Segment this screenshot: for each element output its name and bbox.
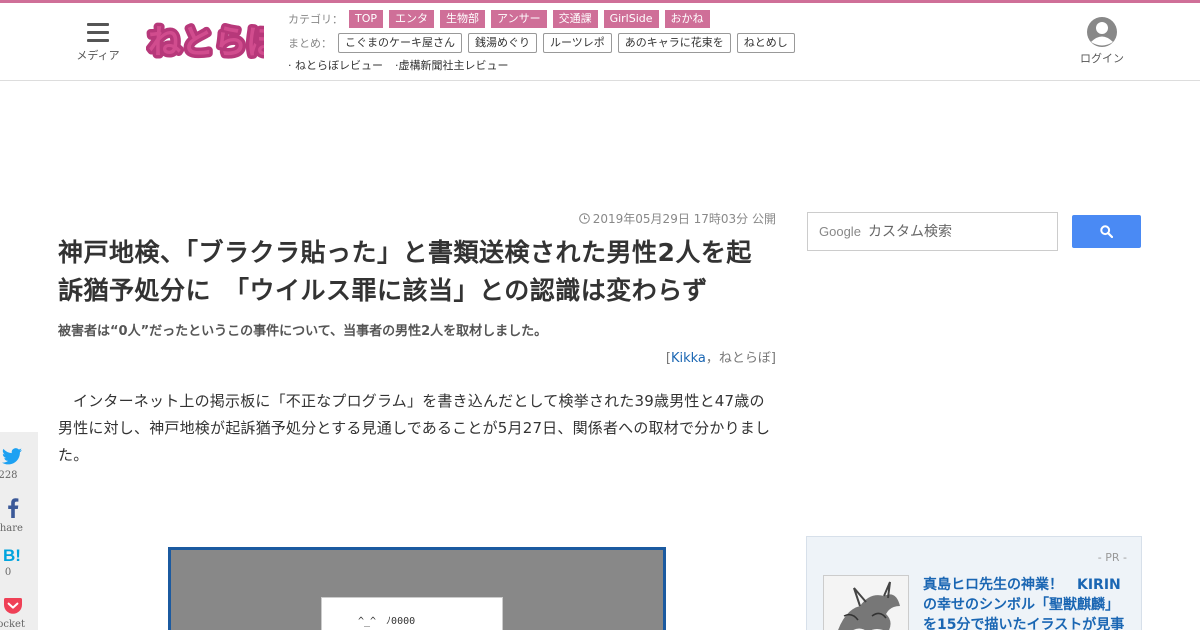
category-tab-kotsuka[interactable]: 交通課 [552,10,598,28]
category-label: カテゴリ： [288,13,343,26]
user-avatar-icon [1086,16,1118,48]
media-menu-label: メディア [76,49,120,62]
byline-separator: ， [705,351,719,366]
hatena-count: 0 [4,567,12,578]
review-link-kyoko[interactable]: ·虚構新聞社主レビュー [395,57,509,73]
search-button[interactable] [1072,215,1141,248]
pocket-icon [3,598,22,614]
summary-link-netomeshi[interactable]: ねとめし [736,33,795,53]
summary-link-roots[interactable]: ルーツレポ [543,33,612,53]
pocket-label: Pocket [0,619,25,630]
summary-nav: まとめ： こぐまのケーキ屋さん 銭湯めぐり ルーツレポ あのキャラに花束を ねと… [288,32,801,54]
summary-link-koguma[interactable]: こぐまのケーキ屋さん [338,33,462,53]
byline-close: ] [770,351,776,366]
article: 2019年05月29日 17時03分 公開 神戸地検、「ブラクラ貼った」と書類送… [58,210,776,469]
facebook-share-button[interactable]: Share [0,498,26,534]
facebook-icon [8,498,19,518]
article-figure[interactable]: ^_^ ﾉ0000 [168,547,666,630]
category-tab-girlside[interactable]: GirlSide [603,10,659,28]
login-button[interactable]: ログイン [1074,16,1130,66]
svg-text:ねとらぼ: ねとらぼ [148,22,264,61]
pr-label: - PR - [1097,551,1127,564]
review-links: · ねとらぼレビュー ·虚構新聞社主レビュー [288,57,521,73]
pr-box: - PR - 真島ヒロ先生の神業！ KIRINの幸せのシンボル「聖獣麒麟」を15… [806,536,1142,630]
pocket-save-button[interactable]: Pocket [0,598,26,630]
custom-search-box: Google [807,212,1058,251]
article-subtitle: 被害者は“0人”だったというこの事件について、当事者の男性2人を取材しました。 [58,324,548,339]
category-tab-okane[interactable]: おかね [664,10,710,28]
search-icon [1100,225,1113,238]
hatena-bookmark-icon: B! [3,546,21,565]
search-input[interactable] [868,221,1048,243]
hamburger-icon [87,23,109,42]
summary-label: まとめ： [288,37,332,50]
category-tab-answer[interactable]: アンサー [491,10,547,28]
byline-site: ねとらぼ [718,351,771,366]
summary-link-hanataba[interactable]: あのキャラに花束を [617,33,731,53]
pr-article-link[interactable]: 真島ヒロ先生の神業！ KIRINの幸せのシンボル「聖獣麒麟」を15分で描いたイラ… [923,575,1129,630]
share-bar: 228 Share B! 0 Pocket [0,432,38,630]
pr-thumbnail[interactable] [823,575,909,630]
hatena-bookmark-button[interactable]: B! 0 [0,546,26,578]
category-tab-enta[interactable]: エンタ [389,10,435,28]
category-tab-top[interactable]: TOP [349,10,384,28]
login-label: ログイン [1080,52,1124,65]
media-menu-button[interactable]: メディア [74,21,122,65]
clock-icon [578,213,590,227]
site-logo[interactable]: ねとらぼ ねとらぼ [145,15,285,65]
site-header: メディア ねとらぼ ねとらぼ カテゴリ： TOP エンタ 生物部 アンサー 交通… [0,3,1200,81]
review-link-netorabo[interactable]: · ねとらぼレビュー [288,57,383,73]
category-nav: カテゴリ： TOP エンタ 生物部 アンサー 交通課 GirlSide おかね [288,9,716,29]
publish-date: 2019年05月29日 17時03分 公開 [58,210,776,230]
search-brand: Google [819,224,861,239]
facebook-share-label: Share [0,523,23,534]
figure-text: ^_^ ﾉ0000 [358,616,416,627]
figure-card: ^_^ ﾉ0000 [321,597,503,630]
twitter-count: 228 [0,470,18,481]
article-title: 神戸地検、「ブラクラ貼った」と書類送検された男性2人を起訴猶予処分に 「ウイルス… [58,238,752,305]
twitter-share-button[interactable]: 228 [0,448,26,481]
summary-link-sento[interactable]: 銭湯めぐり [468,33,537,53]
publish-date-text: 2019年05月29日 17時03分 公開 [592,212,776,226]
category-tab-seibutsubu[interactable]: 生物部 [440,10,486,28]
twitter-icon [2,448,22,465]
article-body-paragraph: インターネット上の掲示板に「不正なプログラム」を書き込んだとして検挙された39歳… [58,392,771,464]
author-link[interactable]: Kikka [671,351,706,366]
article-byline: [Kikka，ねとらぼ] [58,347,776,366]
